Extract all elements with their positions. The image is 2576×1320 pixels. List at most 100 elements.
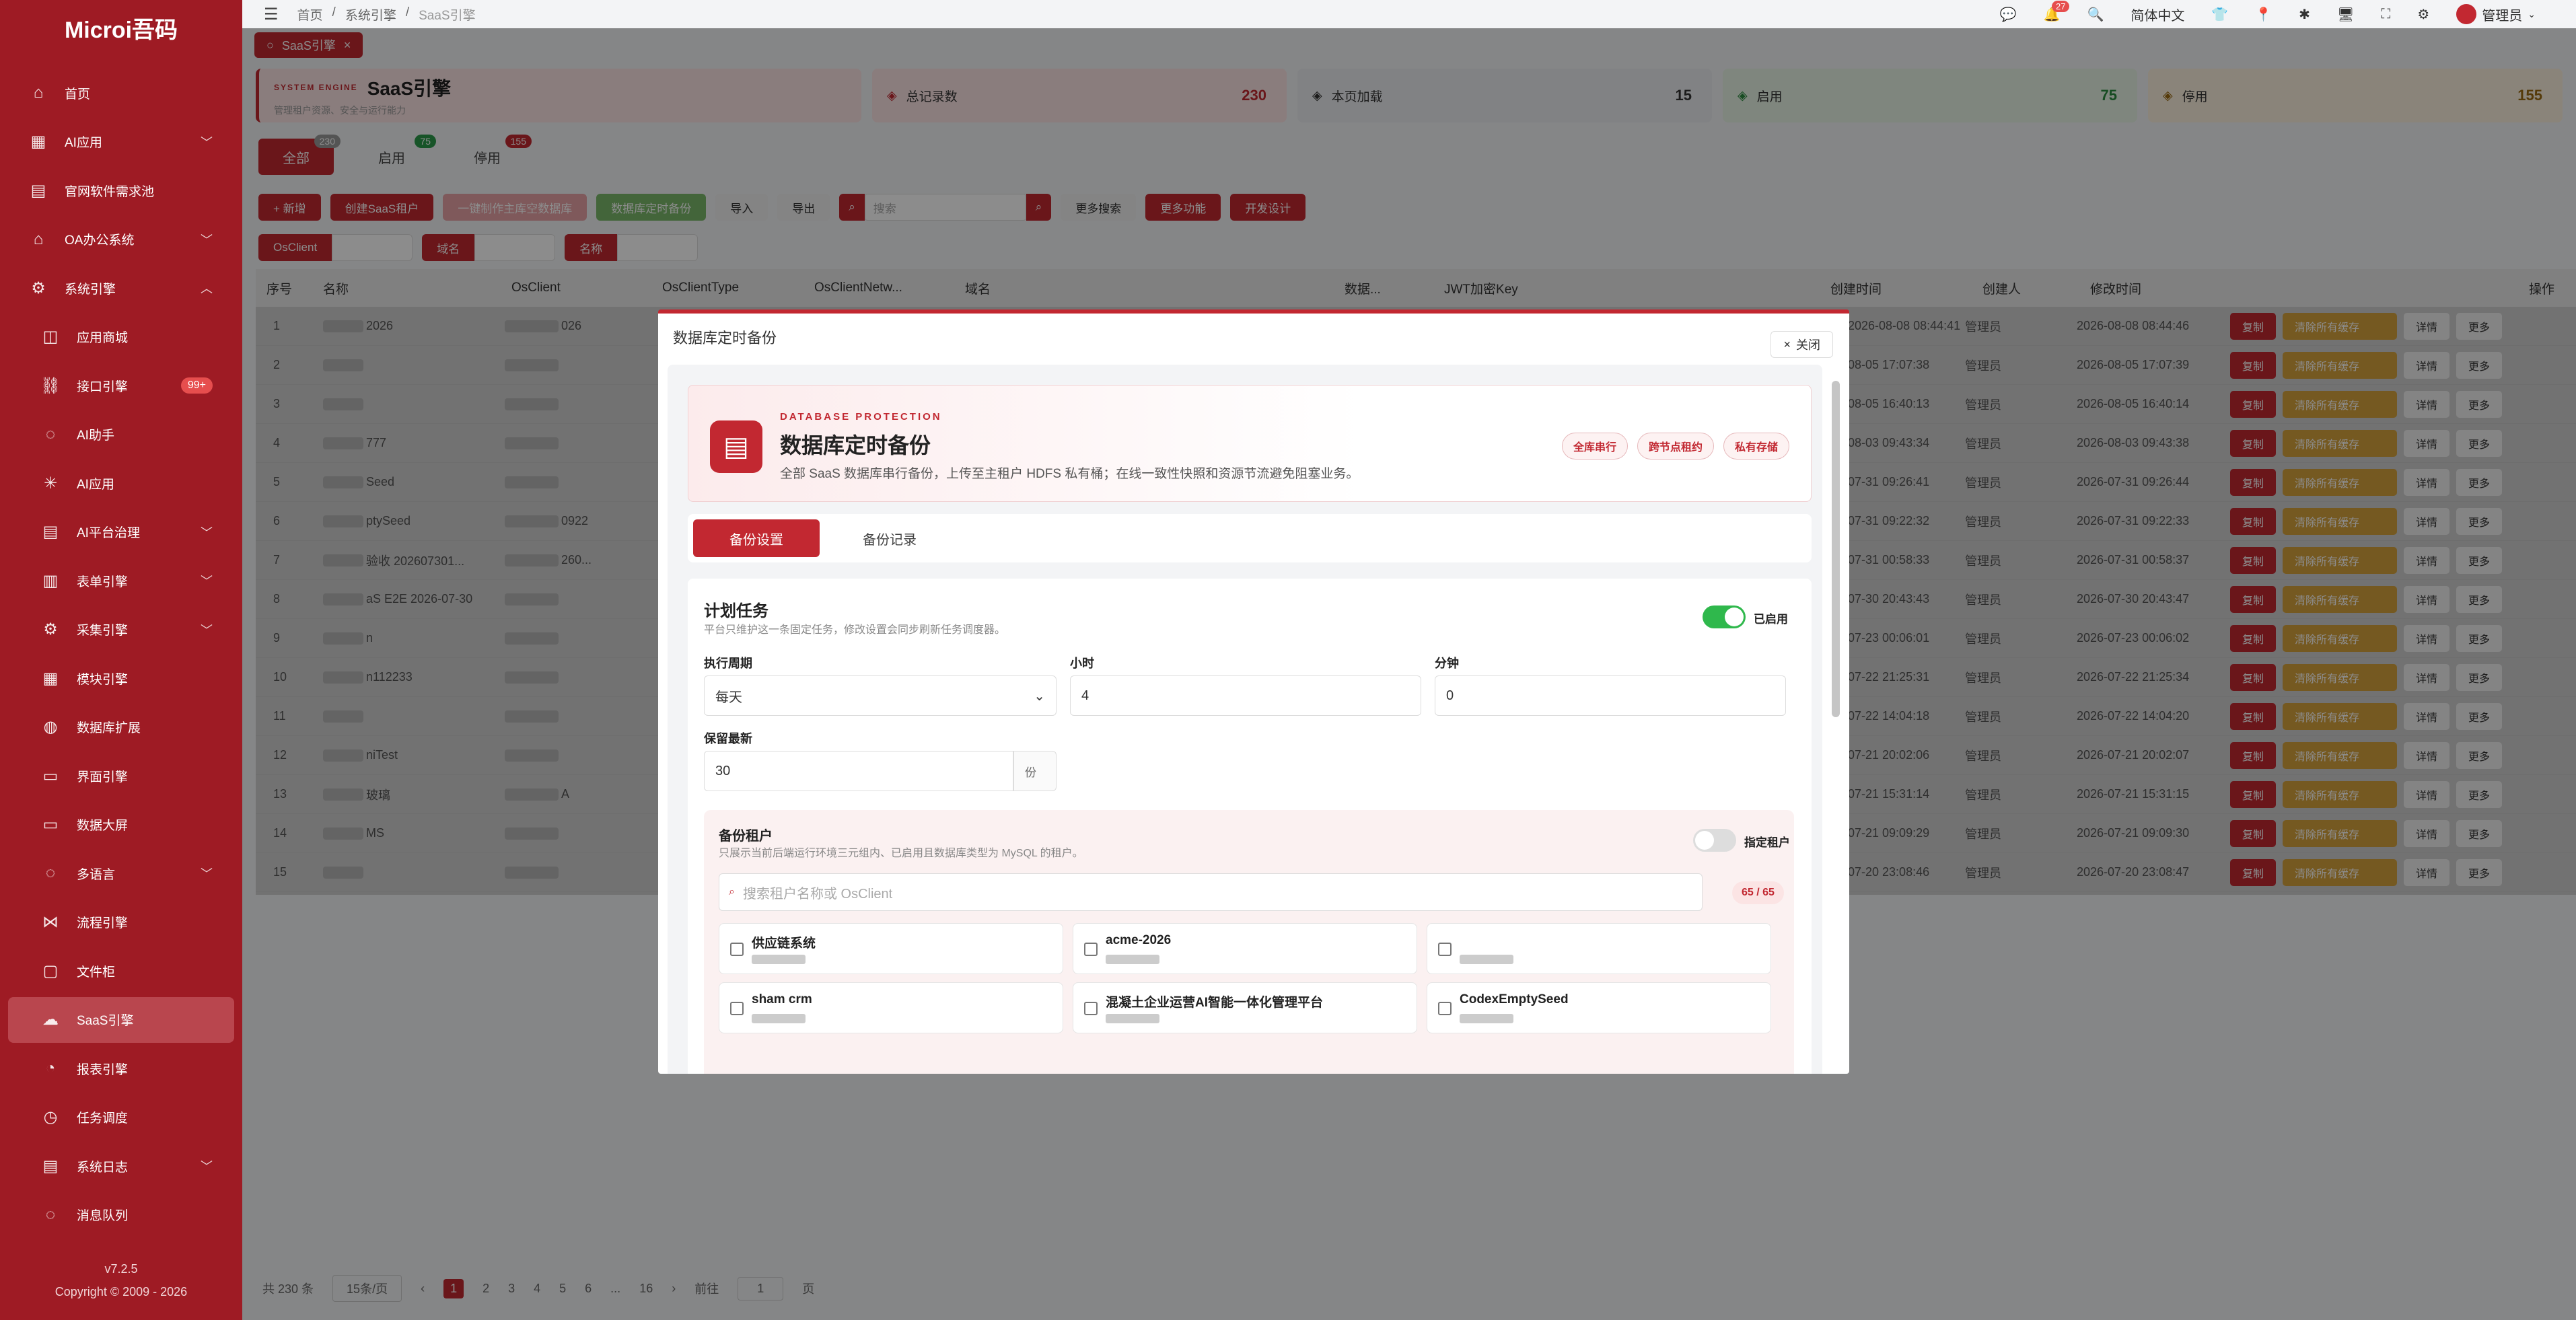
sidebar-item-label: 多语言	[77, 867, 116, 882]
database-icon: ▤	[710, 420, 762, 473]
sidebar-item-20[interactable]: ◔ 报表引擎	[8, 1046, 234, 1091]
menu-toggle-icon[interactable]: ☰	[264, 5, 279, 24]
sidebar-item-6[interactable]: ⛓ 接口引擎 99+	[8, 363, 234, 408]
plan-enabled-toggle[interactable]	[1703, 606, 1746, 628]
tenant-title: 备份租户	[719, 829, 773, 844]
tenant-checkbox[interactable]	[730, 1002, 744, 1015]
settings-icon[interactable]: ⚙	[2417, 6, 2429, 23]
sidebar-item-label: 采集引擎	[77, 624, 129, 638]
tenant-checkbox[interactable]	[1084, 943, 1098, 956]
breadcrumb-current: SaaS引擎	[419, 8, 476, 23]
notification-icon[interactable]: 🔔 27	[2044, 0, 2070, 23]
sidebar-item-10[interactable]: ▥ 表单引擎 ﹀	[8, 558, 234, 603]
modal-close-button[interactable]: × 关闭	[1770, 331, 1833, 358]
tenant-count-badge: 65 / 65	[1732, 881, 1784, 904]
tenant-checkbox[interactable]	[1438, 943, 1452, 956]
period-select[interactable]: 每天 ⌄	[704, 675, 1057, 716]
sidebar-item-4[interactable]: ⚙ 系统引擎 ︿	[8, 265, 234, 311]
tenant-card[interactable]: CodexEmptySeed	[1427, 982, 1771, 1033]
close-icon: ×	[1783, 337, 1791, 351]
sidebar-item-19[interactable]: ☁ SaaS引擎	[8, 996, 234, 1043]
backup-modal: 数据库定时备份 × 关闭 ▤ DATABASE PROTECTION 数据库定时备…	[658, 309, 1849, 1074]
sidebar-item-2[interactable]: ▤ 官网软件需求池	[8, 168, 234, 213]
tenant-checkbox[interactable]	[730, 943, 744, 956]
sidebar-item-label: 接口引擎	[77, 379, 129, 394]
sidebar-item-15[interactable]: ▭ 数据大屏	[8, 802, 234, 848]
plan-panel: 计划任务 平台只维护这一条固定任务，修改设置会同步刷新任务调度器。 已启用 执行…	[688, 579, 1812, 1074]
sidebar-item-label: AI应用	[77, 477, 114, 492]
tenant-card[interactable]: 混凝土企业运营AI智能一体化管理平台	[1073, 982, 1417, 1033]
sidebar-item-11[interactable]: ⚙ 采集引擎 ﹀	[8, 607, 234, 653]
tab-backup-records[interactable]: 备份记录	[829, 519, 950, 557]
tab-backup-settings[interactable]: 备份设置	[693, 519, 820, 557]
grid-icon: ▦	[30, 133, 46, 151]
app-logo: Microi吾码	[64, 17, 178, 43]
chat-icon: ◌	[45, 864, 56, 882]
sidebar-item-label: AI应用	[65, 136, 102, 150]
language-select[interactable]: 简体中文	[2131, 5, 2184, 24]
sidebar-item-label: 表单引擎	[77, 575, 129, 589]
tenant-checkbox[interactable]	[1084, 1002, 1098, 1015]
sidebar-item-label: 文件柜	[77, 965, 116, 980]
sidebar-item-22[interactable]: ▤ 系统日志 ﹀	[8, 1143, 234, 1189]
sidebar-item-21[interactable]: ◷ 任务调度	[8, 1095, 234, 1140]
sidebar-item-12[interactable]: ▦ 模块引擎	[8, 655, 234, 701]
chevron-down-icon: ﹀	[201, 135, 213, 149]
hour-input[interactable]: 4	[1070, 675, 1421, 716]
sidebar-item-18[interactable]: ▢ 文件柜	[8, 948, 234, 994]
specify-tenant-toggle[interactable]	[1693, 829, 1736, 852]
screen-icon: ▭	[42, 815, 59, 834]
breadcrumb-system[interactable]: 系统引擎	[345, 5, 396, 24]
sidebar-item-23[interactable]: ◌ 消息队列	[8, 1192, 234, 1238]
modal-scrollbar[interactable]	[1832, 381, 1840, 717]
tenant-card[interactable]: sham crm	[719, 982, 1063, 1033]
chevron-down-icon: ﹀	[201, 1160, 213, 1173]
fullscreen-icon[interactable]: ⛶	[2381, 7, 2390, 22]
monitor-icon[interactable]: 🖥	[2337, 6, 2354, 23]
sun-icon: ✳	[43, 474, 58, 492]
tenant-search-input[interactable]: ⌕ 搜索租户名称或 OsClient	[719, 873, 1703, 911]
sidebar-item-label: SaaS引擎	[77, 1014, 134, 1028]
sidebar-item-1[interactable]: ▦ AI应用 ﹀	[8, 119, 234, 165]
tenant-card[interactable]: 供应链系统	[719, 923, 1063, 974]
screen-icon: ▭	[42, 766, 59, 785]
theme-icon[interactable]: 👕	[2211, 6, 2228, 23]
chart-icon: ◔	[45, 1059, 56, 1077]
chat-icon[interactable]: 💬	[2000, 6, 2017, 23]
chevron-down-icon: ﹀	[201, 525, 213, 540]
sidebar-item-8[interactable]: ✳ AI应用	[8, 460, 234, 506]
sidebar-item-13[interactable]: ◍ 数据库扩展	[8, 704, 234, 750]
search-icon[interactable]: 🔍	[2087, 6, 2104, 23]
tenant-card[interactable]: acme-2026	[1073, 923, 1417, 974]
minute-input[interactable]: 0	[1435, 675, 1786, 716]
user-menu[interactable]: 管理员 ⌄	[2456, 4, 2536, 24]
sidebar-item-label: 报表引擎	[77, 1062, 129, 1077]
sidebar-item-7[interactable]: ◌ AI助手	[8, 412, 234, 457]
chip-serial: 全库串行	[1561, 433, 1628, 460]
keep-input[interactable]: 30	[704, 751, 1013, 791]
clock-icon: ◷	[43, 1108, 58, 1126]
copyright-text: Copyright © 2009 - 2026	[55, 1285, 188, 1298]
sidebar-item-9[interactable]: ▤ AI平台治理 ﹀	[8, 509, 234, 555]
breadcrumb-home[interactable]: 首页	[297, 5, 323, 24]
tenant-card[interactable]	[1427, 923, 1771, 974]
keep-unit: 份	[1013, 751, 1057, 791]
sidebar-item-5[interactable]: ◫ 应用商城	[8, 314, 234, 360]
sidebar-item-0[interactable]: ⌂ 首页	[8, 70, 234, 116]
sidebar-item-3[interactable]: ⌂ OA办公系统 ﹀	[8, 217, 234, 262]
share-icon: ⋈	[42, 913, 59, 931]
pin-icon[interactable]: 📍	[2255, 6, 2272, 23]
redacted-text	[1460, 955, 1513, 964]
bluetooth-icon[interactable]: ✱	[2299, 6, 2310, 23]
sidebar-item-label: 数据库扩展	[77, 721, 141, 735]
sidebar-badge: 99+	[180, 377, 213, 394]
cloud-icon: ☁	[42, 1011, 59, 1029]
sidebar-item-label: 界面引擎	[77, 770, 129, 784]
tenant-checkbox[interactable]	[1438, 1002, 1452, 1015]
chevron-down-icon: ﹀	[201, 575, 213, 588]
sidebar-item-16[interactable]: ◌ 多语言 ﹀	[8, 850, 234, 896]
sidebar-item-17[interactable]: ⋈ 流程引擎	[8, 900, 234, 945]
sidebar-item-label: 数据大屏	[77, 819, 129, 833]
chip-private: 私有存储	[1723, 433, 1789, 460]
sidebar-item-14[interactable]: ▭ 界面引擎	[8, 753, 234, 799]
